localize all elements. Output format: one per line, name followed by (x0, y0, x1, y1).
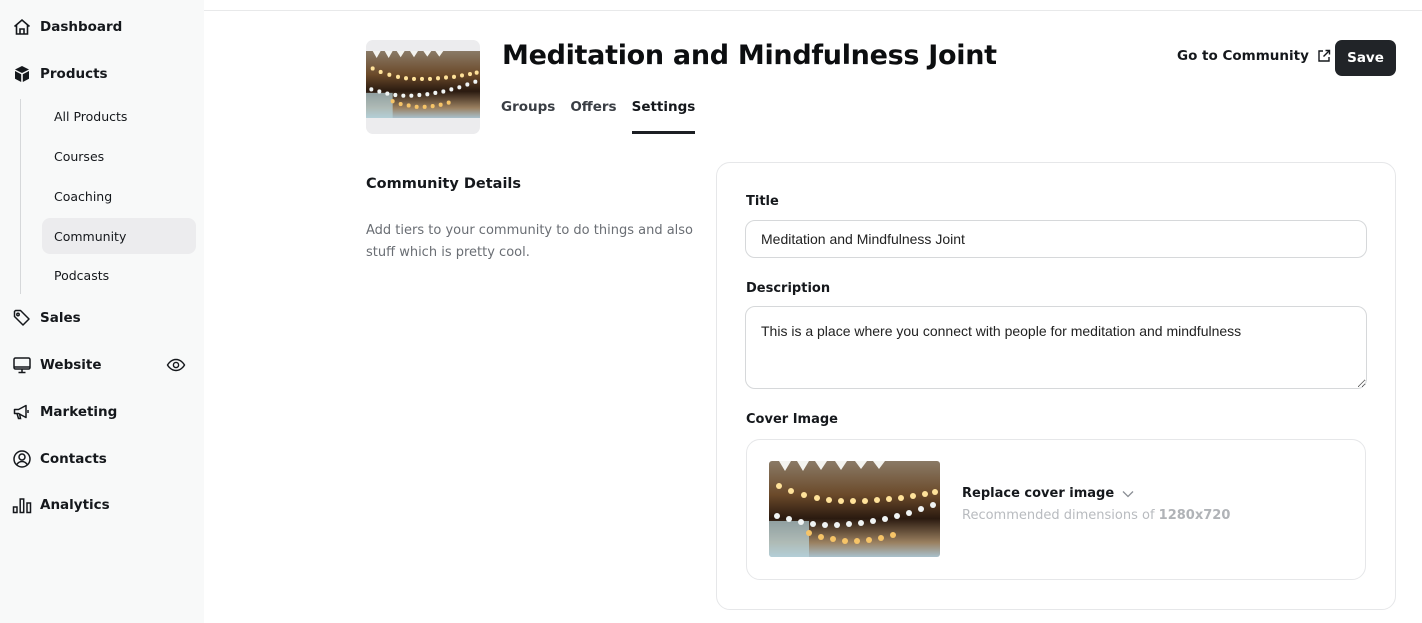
sidebar-item-label: Analytics (40, 497, 110, 513)
tab-groups[interactable]: Groups (501, 99, 555, 134)
sidebar-subitem-podcasts[interactable]: Podcasts (42, 257, 196, 293)
sidebar-item-website[interactable]: Website (12, 353, 102, 377)
sidebar-subitem-community[interactable]: Community (42, 218, 196, 254)
home-icon (12, 17, 32, 37)
tab-bar: Groups Offers Settings (501, 99, 695, 134)
sidebar-item-label: Website (40, 357, 102, 373)
sidebar-item-products[interactable]: Products (12, 62, 108, 86)
submenu-divider (20, 99, 21, 294)
box-icon (12, 64, 32, 84)
monitor-icon (12, 355, 32, 375)
sidebar-item-label: Sales (40, 310, 81, 326)
user-circle-icon (12, 449, 32, 469)
chevron-down-icon (1122, 490, 1134, 497)
go-to-community-link[interactable]: Go to Community (1177, 48, 1332, 64)
sidebar-subitem-coaching[interactable]: Coaching (42, 178, 196, 214)
recommended-dimensions: Recommended dimensions of 1280x720 (962, 508, 1230, 523)
sidebar-subitem-courses[interactable]: Courses (42, 138, 196, 174)
tab-offers[interactable]: Offers (570, 99, 616, 134)
community-thumbnail (366, 40, 480, 134)
section-title: Community Details (366, 176, 522, 192)
megaphone-icon (12, 402, 32, 422)
replace-cover-image-label: Replace cover image (962, 486, 1115, 501)
eye-icon[interactable] (166, 355, 186, 375)
cover-image-preview (769, 461, 940, 557)
save-button[interactable]: Save (1335, 40, 1396, 76)
bokeh-lights-image (366, 51, 480, 118)
title-input[interactable] (745, 220, 1367, 258)
tab-settings[interactable]: Settings (631, 99, 695, 134)
replace-cover-image-dropdown[interactable]: Replace cover image (962, 486, 1135, 501)
description-textarea[interactable]: This is a place where you connect with p… (745, 306, 1367, 389)
recommended-prefix: Recommended dimensions of (962, 508, 1159, 523)
page-title: Meditation and Mindfulness Joint (502, 40, 997, 71)
top-divider (204, 10, 1422, 11)
sidebar-item-sales[interactable]: Sales (12, 306, 81, 330)
recommended-size: 1280x720 (1158, 508, 1231, 523)
section-description: Add tiers to your community to do things… (366, 223, 694, 260)
description-label: Description (746, 281, 831, 296)
sidebar-item-marketing[interactable]: Marketing (12, 400, 117, 424)
cover-image-label: Cover Image (746, 412, 838, 427)
sidebar-item-dashboard[interactable]: Dashboard (12, 15, 122, 39)
external-link-icon (1318, 49, 1331, 62)
bokeh-lights-image (769, 461, 940, 557)
sidebar-item-label: Products (40, 66, 108, 82)
title-label: Title (746, 194, 779, 209)
sidebar-item-contacts[interactable]: Contacts (12, 447, 107, 471)
sidebar-subitem-all-products[interactable]: All Products (42, 98, 196, 134)
go-to-community-label: Go to Community (1177, 48, 1309, 64)
sidebar-item-label: Dashboard (40, 19, 123, 35)
sidebar-item-label: Contacts (40, 451, 107, 467)
sidebar-item-label: Marketing (40, 404, 118, 420)
bar-chart-icon (12, 495, 32, 515)
sidebar: Dashboard Products All Products Courses … (0, 0, 204, 623)
tag-icon (12, 308, 32, 328)
sidebar-item-analytics[interactable]: Analytics (12, 493, 110, 517)
